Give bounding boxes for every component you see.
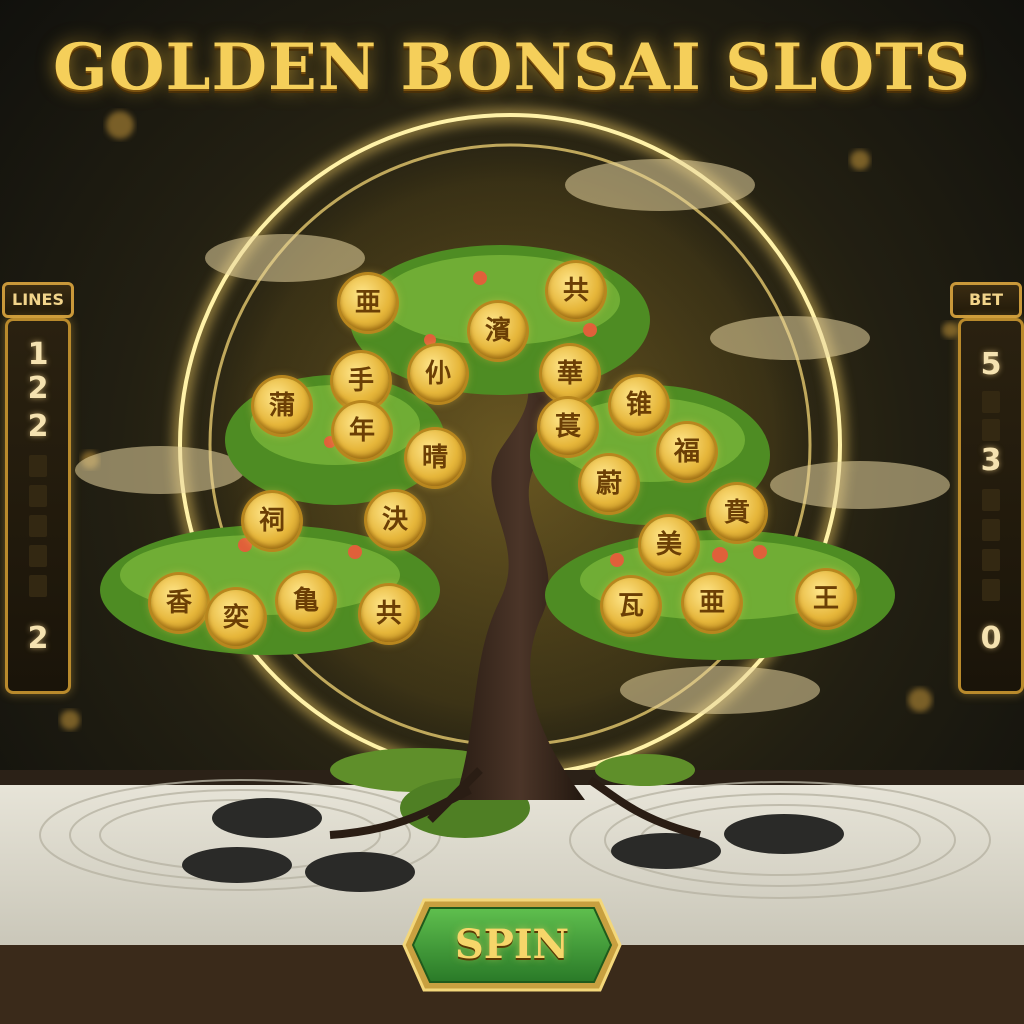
coin-symbol: 蔚 [581,456,637,512]
coin-symbol: 锥 [611,377,667,433]
coin-symbol: 年 [334,403,390,459]
coin-symbol: 祠 [244,493,300,549]
lines-digit: 2 [27,409,49,444]
coin-symbol: 亜 [340,275,396,331]
lines-digit: 2 [27,621,49,656]
coin-symbol: 香 [151,575,207,631]
lines-slot [29,515,47,537]
coin-symbol: 亜 [684,575,740,631]
lines-slot [29,575,47,597]
coin-symbol: 萇 [540,399,596,455]
coin-symbol: 奕 [208,590,264,646]
coin-symbol: 華 [542,346,598,402]
coin-symbol: 晴 [407,430,463,486]
bet-slot [982,489,1000,511]
coin-symbol: 決 [367,492,423,548]
bet-slot [982,519,1000,541]
bet-slot [982,579,1000,601]
coin-symbol: 蒲 [254,378,310,434]
bet-reel[interactable]: 5 3 0 [958,318,1024,694]
coin-symbol: 共 [548,263,604,319]
bet-slot [982,549,1000,571]
coin-symbol: 瓦 [603,578,659,634]
game-background [0,0,1024,1024]
lines-slot [29,485,47,507]
bet-slot [982,391,1000,413]
lines-label: LINES [2,282,74,318]
coin-symbol: 共 [361,586,417,642]
lines-slot [29,545,47,567]
bet-digit: 3 [980,443,1002,478]
coin-symbol: 美 [641,517,697,573]
coin-symbol: 仦 [410,346,466,402]
lines-digit: 2 [27,371,49,406]
lines-slot [29,455,47,477]
spin-button[interactable]: SPIN [402,898,622,992]
lines-digit: 1 [27,337,49,372]
coin-symbol: 亀 [278,573,334,629]
bet-slot [982,419,1000,441]
lines-reel[interactable]: 1 2 2 2 [5,318,71,694]
bet-digit: 0 [980,621,1002,656]
game-title: GOLDEN BONSAI SLOTS [53,30,971,105]
coin-symbol: 賁 [709,485,765,541]
coin-symbol: 濱 [470,303,526,359]
bet-label: BET [950,282,1022,318]
bet-digit: 5 [980,347,1002,382]
coin-symbol: 王 [798,571,854,627]
coin-symbol: 福 [659,424,715,480]
coin-symbol: 手 [333,353,389,409]
spin-label: SPIN [454,921,570,968]
